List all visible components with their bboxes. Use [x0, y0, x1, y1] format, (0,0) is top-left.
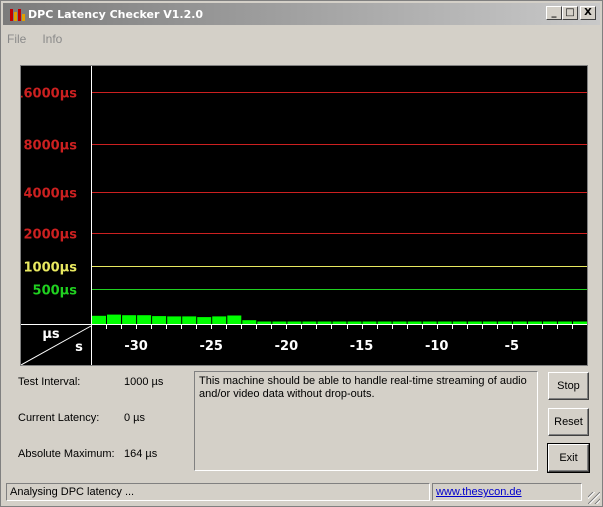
y-tick-label: 8000µs	[24, 139, 78, 154]
absolute-maximum-value: 164 µs	[124, 448, 158, 460]
latency-chart-svg: 16000µs 8000µs 4000µs 2000µs 1000µs 500µs -30 -…	[21, 66, 587, 365]
latency-bar	[242, 320, 257, 324]
website-link[interactable]: www.thesycon.de	[436, 486, 522, 498]
latency-bar	[347, 321, 362, 324]
latency-bar	[362, 321, 377, 324]
latency-bar	[377, 321, 392, 324]
latency-bar	[332, 321, 347, 324]
menu-info[interactable]: Info	[42, 32, 62, 46]
latency-bar	[557, 321, 572, 324]
x-tick-label: -30	[124, 339, 148, 354]
x-tick-label: -20	[275, 339, 299, 354]
latency-bar	[182, 316, 197, 324]
latency-bar	[227, 315, 242, 324]
latency-bar	[167, 316, 182, 324]
stop-button[interactable]: Stop	[548, 372, 589, 400]
latency-bar	[573, 321, 587, 324]
menu-bar: File Info	[7, 32, 62, 46]
y-tick-label: 1000µs	[24, 261, 78, 276]
result-message: This machine should be able to handle re…	[194, 371, 538, 471]
x-tick-label: -5	[505, 339, 519, 354]
absolute-maximum-label: Absolute Maximum:	[18, 448, 115, 460]
latency-bar	[257, 321, 272, 324]
status-text: Analysing DPC latency ...	[6, 483, 430, 501]
latency-bar	[482, 321, 497, 324]
x-tick-label: -15	[350, 339, 374, 354]
latency-bar	[392, 321, 407, 324]
latency-bar	[542, 321, 557, 324]
y-tick-label: 500µs	[33, 284, 78, 299]
latency-bar	[92, 315, 106, 324]
status-link-panel: www.thesycon.de	[432, 483, 582, 501]
exit-button[interactable]: Exit	[547, 443, 590, 473]
latency-bar	[197, 317, 212, 324]
x-tick-label: -10	[425, 339, 449, 354]
y-tick-label: 4000µs	[24, 187, 78, 202]
latency-bar	[512, 321, 527, 324]
latency-bar	[452, 321, 467, 324]
app-window: DPC Latency Checker V1.2.0 _ □ X File In…	[0, 0, 603, 507]
test-interval-label: Test Interval:	[18, 376, 81, 388]
latency-bar	[122, 315, 137, 324]
minimize-button[interactable]: _	[546, 6, 562, 20]
x-tick-label: -25	[199, 339, 223, 354]
current-latency-value: 0 µs	[124, 412, 146, 424]
status-bar: Analysing DPC latency ... www.thesycon.d…	[6, 483, 582, 501]
latency-bar	[407, 321, 422, 324]
maximize-button[interactable]: □	[562, 6, 578, 20]
latency-bar	[287, 321, 302, 324]
latency-bar	[107, 314, 121, 324]
y-axis-unit-label: µs	[42, 327, 60, 342]
latency-bar	[272, 321, 287, 324]
app-bars-icon	[9, 6, 25, 22]
latency-bar	[497, 321, 512, 324]
reset-button[interactable]: Reset	[548, 408, 589, 436]
latency-bar	[422, 321, 437, 324]
latency-bar	[137, 315, 152, 324]
x-axis-unit-label: s	[75, 340, 83, 355]
latency-bar	[437, 321, 452, 324]
test-interval-value: 1000 µs	[124, 376, 164, 388]
window-title: DPC Latency Checker V1.2.0	[28, 7, 204, 21]
latency-bar	[317, 321, 332, 324]
y-tick-label: 2000µs	[24, 228, 78, 243]
latency-bar	[302, 321, 317, 324]
resize-grip[interactable]	[588, 492, 600, 504]
current-latency-label: Current Latency:	[18, 412, 100, 424]
menu-file[interactable]: File	[7, 32, 26, 46]
title-bar[interactable]: DPC Latency Checker V1.2.0 _ □ X	[3, 3, 600, 25]
latency-chart: 16000µs 8000µs 4000µs 2000µs 1000µs 500µs -30 -…	[20, 65, 588, 366]
y-tick-label: 16000µs	[21, 87, 77, 102]
window-controls: _ □ X	[546, 6, 596, 20]
latency-bar	[527, 321, 542, 324]
latency-bar	[467, 321, 482, 324]
latency-bar	[152, 316, 167, 324]
latency-bar	[212, 316, 227, 324]
close-button[interactable]: X	[580, 6, 596, 20]
